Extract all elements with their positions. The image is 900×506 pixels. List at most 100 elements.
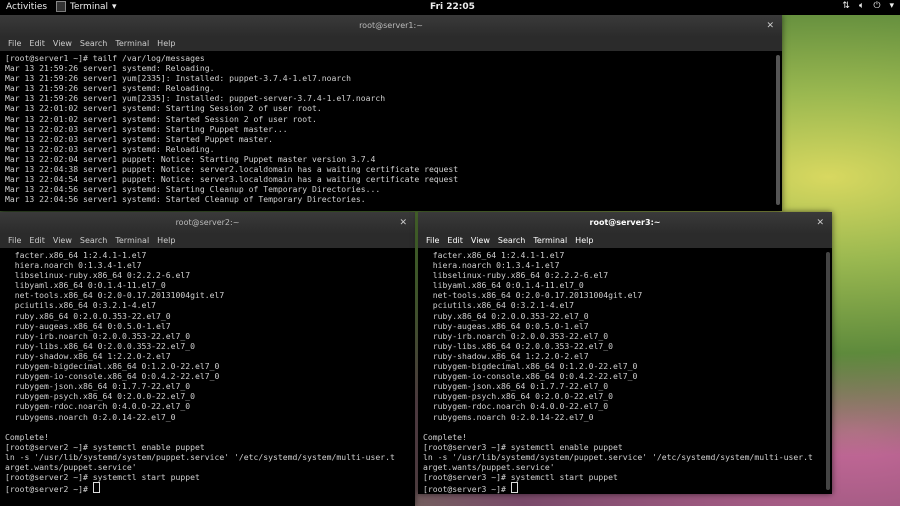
- terminal-line: rubygem-bigdecimal.x86_64 0:1.2.0-22.el7…: [5, 361, 220, 372]
- terminal-line: Mar 13 22:02:04 server1 puppet: Notice: …: [5, 153, 376, 164]
- menu-item-edit[interactable]: Edit: [29, 234, 45, 248]
- terminal-line: ln -s '/usr/lib/systemd/system/puppet.se…: [5, 451, 395, 462]
- menu-item-view[interactable]: View: [53, 234, 72, 248]
- terminal-line: [root@server2 ~]# systemctl start puppet: [5, 472, 200, 483]
- terminal-line: ruby-shadow.x86_64 1:2.2.0-2.el7: [5, 350, 171, 361]
- window-titlebar[interactable]: root@server1:~ ✕: [0, 15, 782, 37]
- terminal-line: facter.x86_64 1:2.4.1-1.el7: [423, 250, 565, 260]
- terminal-line: Mar 13 22:04:38 server1 puppet: Notice: …: [5, 164, 459, 175]
- terminal-line: rubygem-rdoc.noarch 0:4.0.0-22.el7_0: [5, 401, 191, 412]
- terminal-output[interactable]: facter.x86_64 1:2.4.1-1.el7 hiera.noarch…: [418, 248, 832, 494]
- terminal-line: ruby-augeas.x86_64 0:0.5.0-1.el7: [5, 320, 171, 331]
- menu-bar: File Edit View Search Terminal Help: [418, 234, 832, 248]
- terminal-window-server1[interactable]: root@server1:~ ✕ File Edit View Search Termi…: [0, 15, 782, 211]
- terminal-line: [root@server3 ~]# systemctl enable puppe…: [423, 441, 623, 452]
- terminal-line: Mar 13 22:04:54 server1 puppet: Notice: …: [5, 174, 459, 185]
- window-title: root@server3:~: [589, 218, 661, 227]
- activities-button[interactable]: Activities: [6, 2, 47, 12]
- terminal-output[interactable]: [root@server1 ~]# tailf /var/log/message…: [0, 51, 782, 204]
- terminal-line: Mar 13 22:04:56 server1 systemd: Startin…: [5, 184, 381, 195]
- terminal-line: rubygems.noarch 0:2.0.14-22.el7_0: [423, 411, 594, 422]
- terminal-line: Mar 13 22:04:56 server1 systemd: Started…: [5, 194, 366, 205]
- system-tray[interactable]: ⇅ 🔈︎ ⏻ ▾: [842, 1, 894, 11]
- terminal-line: rubygem-json.x86_64 0:1.7.7-22.el7_0: [423, 381, 609, 392]
- terminal-line: [root@server2 ~]#: [5, 482, 415, 494]
- menu-item-terminal[interactable]: Terminal: [115, 37, 149, 51]
- terminal-line: hiera.noarch 0:1.3.4-1.el7: [423, 260, 560, 271]
- terminal-line: Mar 13 22:01:02 server1 systemd: Started…: [5, 113, 317, 124]
- scrollbar[interactable]: [776, 55, 780, 205]
- menu-bar: File Edit View Search Terminal Help: [0, 234, 415, 248]
- window-title: root@server1:~: [359, 21, 423, 30]
- terminal-line: ruby.x86_64 0:2.0.0.353-22.el7_0: [5, 310, 171, 321]
- terminal-window-server3[interactable]: root@server3:~ ✕ File Edit View Search Termi…: [418, 212, 832, 494]
- menu-item-file[interactable]: File: [8, 37, 21, 51]
- close-icon[interactable]: ✕: [399, 212, 407, 234]
- window-titlebar[interactable]: root@server2:~ ✕: [0, 212, 415, 234]
- terminal-app-icon: [56, 1, 66, 12]
- text-cursor: [92, 482, 100, 494]
- network-icon: ⇅: [842, 1, 850, 11]
- terminal-line: Mar 13 21:59:26 server1 yum[2335]: Insta…: [5, 73, 351, 84]
- menu-item-help[interactable]: Help: [157, 37, 175, 51]
- menu-item-search[interactable]: Search: [498, 234, 525, 248]
- terminal-line: rubygem-psych.x86_64 0:2.0.0-22.el7_0: [5, 391, 196, 402]
- terminal-output[interactable]: facter.x86_64 1:2.4.1-1.el7 hiera.noarch…: [0, 248, 415, 494]
- menu-item-terminal[interactable]: Terminal: [115, 234, 149, 248]
- scrollbar[interactable]: [826, 252, 830, 490]
- menu-item-terminal[interactable]: Terminal: [533, 234, 567, 248]
- terminal-line: Mar 13 22:02:03 server1 systemd: Startin…: [5, 123, 288, 134]
- power-icon: ⏻: [873, 1, 881, 11]
- terminal-line: rubygems.noarch 0:2.0.14-22.el7_0: [5, 411, 176, 422]
- terminal-line: rubygem-io-console.x86_64 0:0.4.2-22.el7…: [423, 371, 638, 382]
- volume-icon: 🔈︎: [858, 1, 865, 11]
- terminal-line: ruby-irb.noarch 0:2.0.0.353-22.el7_0: [423, 330, 609, 341]
- terminal-line: Mar 13 22:02:03 server1 systemd: Started…: [5, 133, 274, 144]
- terminal-line: Mar 13 21:59:26 server1 systemd: Reloadi…: [5, 83, 215, 94]
- close-icon[interactable]: ✕: [816, 212, 824, 234]
- terminal-line: rubygem-json.x86_64 0:1.7.7-22.el7_0: [5, 381, 191, 392]
- terminal-line: ruby.x86_64 0:2.0.0.353-22.el7_0: [423, 310, 589, 321]
- menu-item-search[interactable]: Search: [80, 234, 107, 248]
- menu-item-edit[interactable]: Edit: [447, 234, 463, 248]
- window-title: root@server2:~: [175, 218, 240, 227]
- menu-item-help[interactable]: Help: [575, 234, 593, 248]
- terminal-window-server2[interactable]: root@server2:~ ✕ File Edit View Search Termi…: [0, 212, 415, 506]
- menu-item-view[interactable]: View: [471, 234, 490, 248]
- terminal-line: Mar 13 21:59:26 server1 yum[2335]: Insta…: [5, 93, 386, 104]
- close-icon[interactable]: ✕: [766, 15, 774, 37]
- app-menu[interactable]: Terminal ▾: [56, 1, 117, 12]
- terminal-line: libselinux-ruby.x86_64 0:2.2.2-6.el7: [5, 270, 191, 281]
- terminal-line: rubygem-psych.x86_64 0:2.0.0-22.el7_0: [423, 391, 614, 402]
- menu-item-help[interactable]: Help: [157, 234, 175, 248]
- menu-item-view[interactable]: View: [53, 37, 72, 51]
- terminal-line: pciutils.x86_64 0:3.2.1-4.el7: [423, 300, 575, 311]
- chevron-down-icon: ▾: [889, 1, 894, 11]
- terminal-line: ruby-augeas.x86_64 0:0.5.0-1.el7: [423, 320, 589, 331]
- terminal-line: net-tools.x86_64 0:2.0-0.17.20131004git.…: [423, 290, 643, 301]
- menu-item-edit[interactable]: Edit: [29, 37, 45, 51]
- terminal-line: Mar 13 22:01:02 server1 systemd: Startin…: [5, 103, 322, 114]
- terminal-line: rubygem-bigdecimal.x86_64 0:1.2.0-22.el7…: [423, 361, 638, 372]
- menu-item-search[interactable]: Search: [80, 37, 107, 51]
- terminal-line: [root@server3 ~]# systemctl start puppet: [423, 472, 618, 483]
- clock[interactable]: Fri 22:05: [430, 2, 475, 12]
- menu-item-file[interactable]: File: [8, 234, 21, 248]
- terminal-line: [root@server2 ~]# systemctl enable puppe…: [5, 441, 205, 452]
- terminal-line: libyaml.x86_64 0:0.1.4-11.el7_0: [5, 280, 166, 291]
- terminal-line: Mar 13 21:59:26 server1 systemd: Reloadi…: [5, 63, 215, 74]
- app-menu-label: Terminal: [70, 1, 109, 12]
- window-titlebar[interactable]: root@server3:~ ✕: [418, 212, 832, 234]
- terminal-line: libyaml.x86_64 0:0.1.4-11.el7_0: [423, 280, 584, 291]
- terminal-line: arget.wants/puppet.service': [423, 461, 555, 472]
- menu-item-file[interactable]: File: [426, 234, 439, 248]
- terminal-line: libselinux-ruby.x86_64 0:2.2.2-6.el7: [423, 270, 609, 281]
- terminal-line: ruby-libs.x86_64 0:2.0.0.353-22.el7_0: [5, 340, 196, 351]
- top-bar: Activities Terminal ▾ Fri 22:05 ⇅ 🔈︎ ⏻ ▾: [0, 0, 900, 15]
- chevron-down-icon: ▾: [112, 1, 117, 12]
- terminal-line: Complete!: [5, 431, 49, 442]
- terminal-line: ruby-libs.x86_64 0:2.0.0.353-22.el7_0: [423, 340, 614, 351]
- terminal-line: Complete!: [423, 431, 467, 442]
